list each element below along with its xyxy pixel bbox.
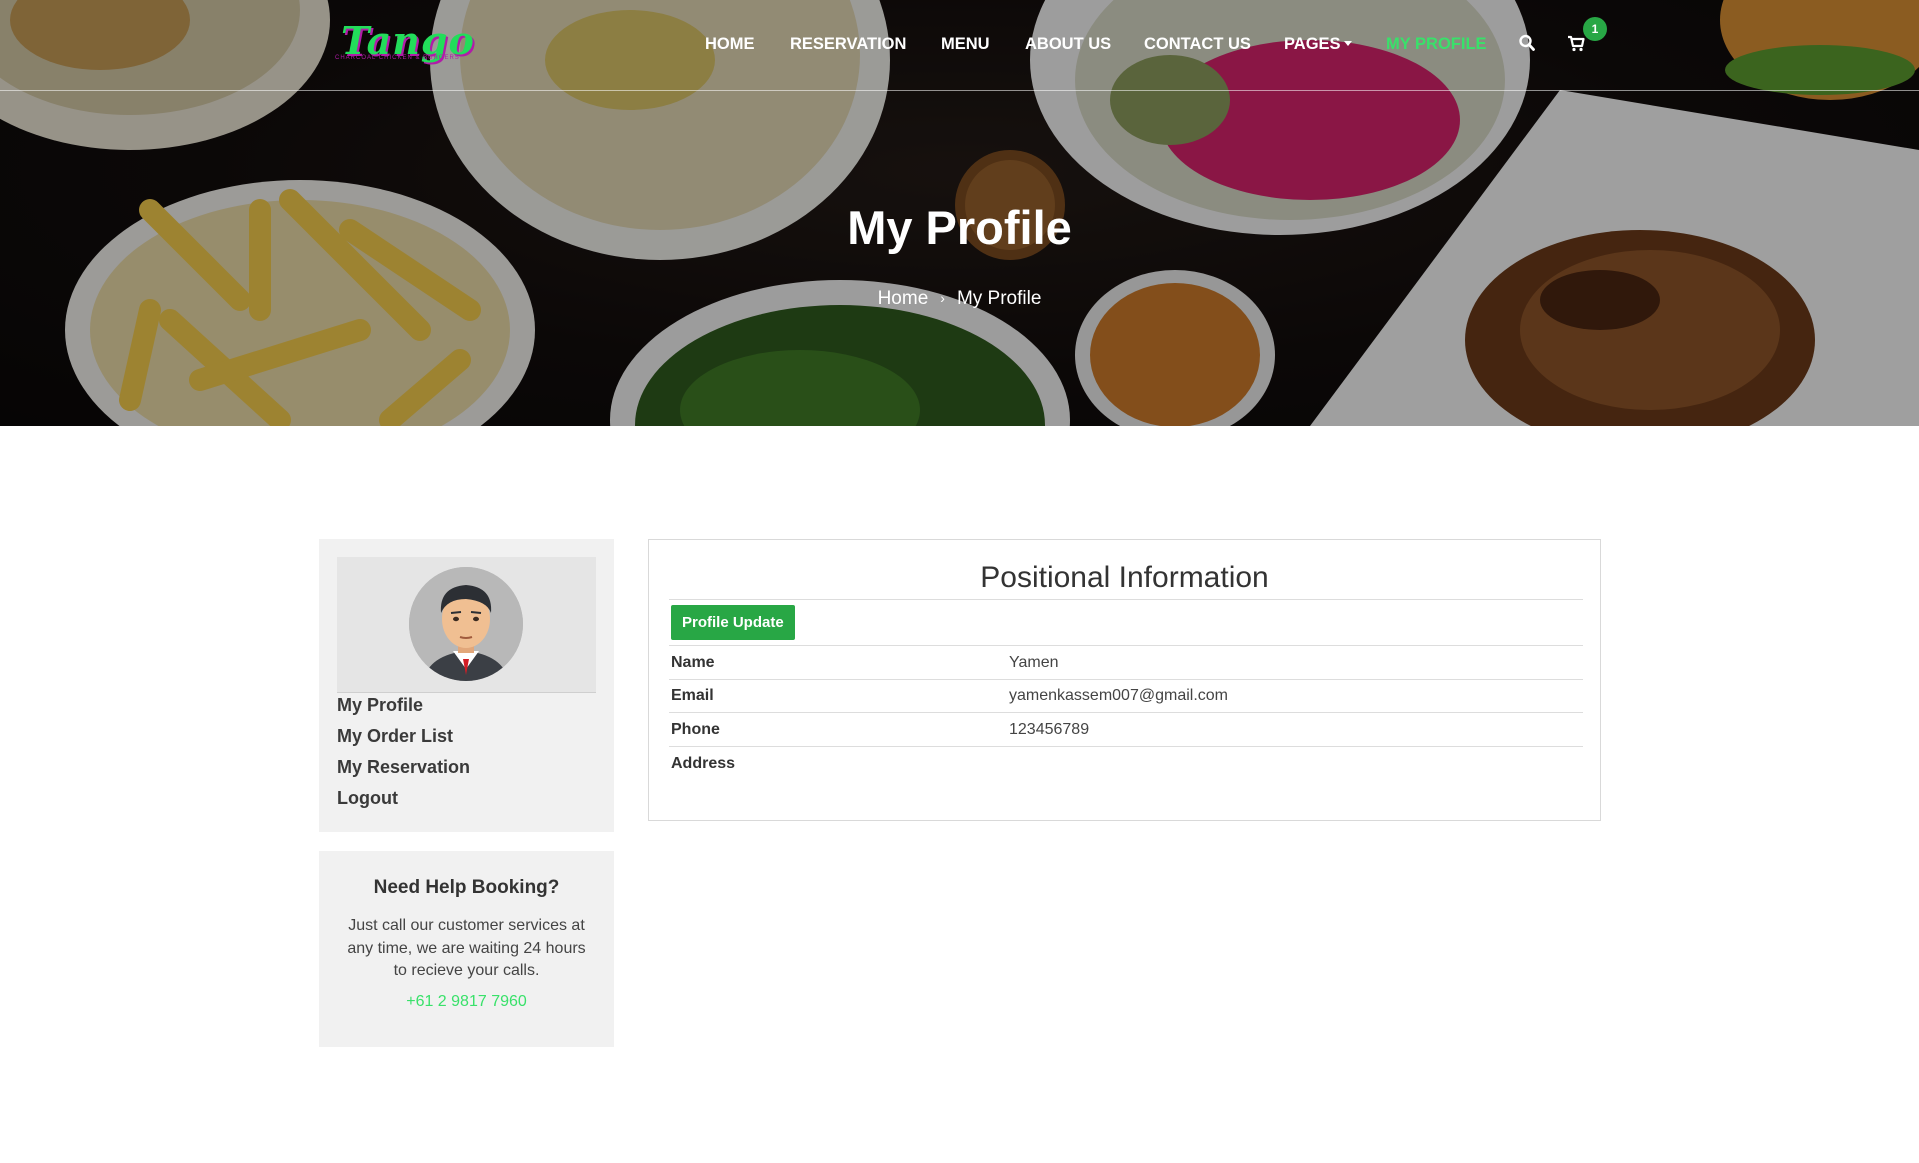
info-row-address: Address [671, 747, 1583, 780]
caret-down-icon [1343, 40, 1352, 46]
cart-icon[interactable] [1567, 34, 1585, 57]
field-value: Yamen [1009, 654, 1059, 671]
field-label: Address [671, 755, 736, 772]
field-value: 123456789 [1009, 721, 1090, 738]
breadcrumb-home-link[interactable]: Home [878, 288, 929, 309]
help-text: Just call our customer services at any t… [347, 917, 586, 979]
brand-logo[interactable]: Tango CHARCOAL CHICKEN & BURGERS [333, 18, 498, 66]
info-row-name: Name Yamen [671, 646, 1583, 679]
profile-update-button[interactable]: Profile Update [671, 605, 795, 640]
breadcrumb-separator: › [940, 290, 945, 306]
search-icon[interactable] [1519, 34, 1535, 57]
nav-home[interactable]: HOME [705, 35, 755, 54]
breadcrumb-current: My Profile [956, 288, 1042, 309]
help-title: Need Help Booking? [373, 877, 560, 898]
cart-count-badge: 1 [1583, 17, 1607, 41]
nav-pages-label: PAGES [1284, 35, 1341, 53]
page-title: My Profile [847, 201, 1072, 254]
field-label: Phone [671, 721, 720, 738]
info-row-phone: Phone 123456789 [671, 713, 1583, 746]
logo-tagline: CHARCOAL CHICKEN & BURGERS [335, 55, 460, 61]
info-row-email: Email yamenkassem007@gmail.com [671, 679, 1583, 712]
sidebar-link-my-order-list[interactable]: My Order List [337, 721, 470, 752]
top-navbar: Tango CHARCOAL CHICKEN & BURGERS HOME RE… [0, 0, 1919, 91]
profile-info-panel: Positional Information Profile Update Na… [648, 539, 1601, 821]
help-phone-link[interactable]: +61 2 9817 7960 [319, 993, 614, 1011]
field-label: Email [671, 687, 714, 704]
nav-about-us[interactable]: ABOUT US [1025, 35, 1111, 54]
avatar-container [337, 557, 596, 693]
breadcrumb: Home › My Profile [0, 288, 1919, 310]
nav-my-profile[interactable]: MY PROFILE [1386, 35, 1487, 54]
nav-pages-dropdown[interactable]: PAGES [1284, 35, 1352, 54]
sidebar-link-my-reservation[interactable]: My Reservation [337, 752, 470, 783]
divider [669, 599, 1583, 600]
nav-reservation[interactable]: RESERVATION [790, 35, 906, 54]
nav-contact-us[interactable]: CONTACT US [1144, 35, 1251, 54]
help-booking-card: Need Help Booking? Just call our custome… [319, 851, 614, 1047]
field-value: yamenkassem007@gmail.com [1009, 687, 1228, 704]
info-heading: Positional Information [980, 561, 1269, 594]
sidebar-link-logout[interactable]: Logout [337, 783, 470, 814]
profile-nav-links: My Profile My Order List My Reservation … [337, 690, 470, 814]
user-avatar [409, 567, 523, 681]
hero-banner: Tango CHARCOAL CHICKEN & BURGERS HOME RE… [0, 0, 1919, 426]
field-label: Name [671, 654, 715, 671]
nav-menu[interactable]: MENU [941, 35, 990, 54]
sidebar-link-my-profile[interactable]: My Profile [337, 690, 470, 721]
profile-sidebar-card: My Profile My Order List My Reservation … [319, 539, 614, 832]
